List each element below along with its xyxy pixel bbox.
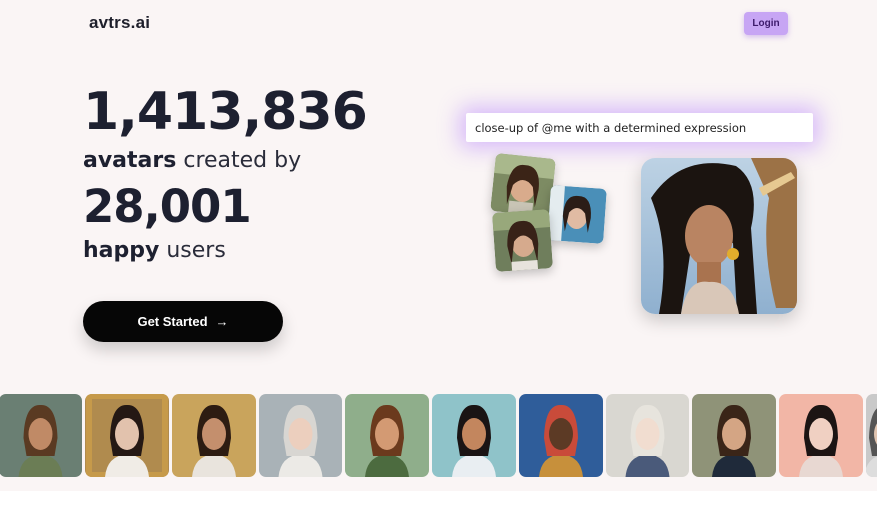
avatars-word: avatars bbox=[83, 148, 177, 173]
prompt-box: close-up of @me with a determined expres… bbox=[466, 113, 813, 142]
avatar-tile bbox=[85, 394, 169, 477]
avatars-count: 1,413,836 bbox=[83, 82, 368, 142]
created-by-text: created by bbox=[183, 148, 302, 173]
avatar-tile bbox=[606, 394, 689, 477]
avatar-gallery-strip bbox=[0, 394, 877, 478]
happy-word: happy bbox=[83, 238, 160, 263]
arrow-right-icon: → bbox=[215, 314, 229, 329]
generated-avatar-image bbox=[641, 158, 797, 314]
selfie-thumbnail bbox=[490, 153, 556, 217]
avatar-tile bbox=[172, 394, 256, 477]
page-footer-band bbox=[0, 491, 877, 528]
avatar-tile bbox=[866, 394, 877, 477]
avatar-tile bbox=[692, 394, 776, 477]
users-caption: happy users bbox=[83, 238, 226, 263]
avatar-tile bbox=[0, 394, 82, 477]
avatar-tile bbox=[779, 394, 863, 477]
users-count: 28,001 bbox=[83, 180, 252, 233]
login-button[interactable]: Login bbox=[744, 12, 788, 35]
avatar-tile bbox=[259, 394, 342, 477]
avatar-tile bbox=[345, 394, 429, 477]
avatar-tile bbox=[432, 394, 516, 477]
users-text: users bbox=[166, 238, 226, 263]
selfie-thumbnail bbox=[492, 209, 553, 272]
get-started-button[interactable]: Get Started → bbox=[83, 301, 283, 342]
avatar-tile bbox=[519, 394, 603, 477]
selfie-thumbnail bbox=[547, 185, 607, 244]
avatars-caption: avatars created by bbox=[83, 148, 301, 173]
get-started-label: Get Started bbox=[137, 314, 208, 329]
site-logo[interactable]: avtrs.ai bbox=[89, 13, 150, 33]
